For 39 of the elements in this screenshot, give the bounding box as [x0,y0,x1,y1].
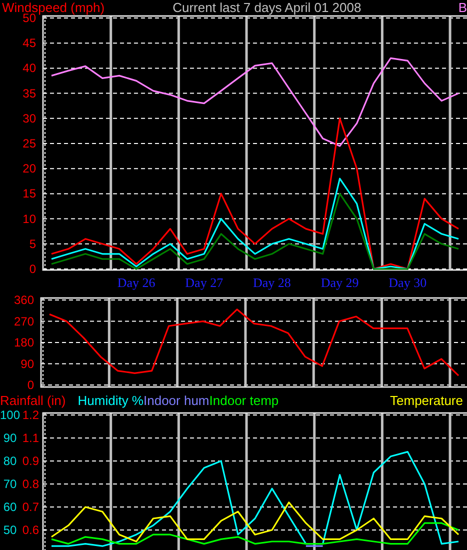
axis-label: 0.9 [22,454,39,468]
axis-label: 25 [22,136,36,150]
axis-label: Day 26 [117,275,156,290]
axis-label: Day 28 [253,275,291,290]
axis-label: 60 [3,500,17,514]
axis-label: 90 [3,431,17,445]
axis-label: 20 [22,162,36,176]
axis-label: 30 [22,111,36,126]
axis-label: 90 [20,356,34,371]
legend-label: Humidity % [78,392,144,408]
axis-label: 40 [22,61,36,76]
axis-label: 45 [22,36,36,50]
axis-label: Day 27 [185,275,224,290]
axis-label: 1.2 [22,408,39,422]
axis-label: 0.6 [22,523,39,537]
legend-label: Indoor temp [209,392,279,408]
axis-label: 0 [27,378,34,392]
axis-title: B [458,0,467,15]
axis-label: 50 [3,523,17,537]
axis-label: 360 [14,293,34,307]
legend-label: Rainfall (in) [0,392,66,408]
axis-label: 180 [14,336,34,350]
axis-label: 35 [22,86,36,100]
axis-label: 1.1 [22,431,39,445]
axis-label: 15 [22,186,36,201]
axis-label: 0 [29,262,36,276]
axis-label: 5 [29,236,36,251]
axis-label: 0.7 [22,500,39,514]
axis-label: 10 [22,212,36,226]
axis-label: Day 29 [320,275,359,290]
axis-label: 0.8 [22,477,39,491]
axis-label: 70 [3,477,17,491]
axis-label: Day 30 [388,275,427,290]
chart-title: Current last 7 days April 01 2008 [172,0,362,15]
axis-label: 80 [3,454,17,468]
axis-label: 100 [0,408,20,422]
legend-label: Indoor hum [144,392,210,408]
axis-label: 270 [14,314,34,328]
legend-label: Temperature [390,392,463,408]
